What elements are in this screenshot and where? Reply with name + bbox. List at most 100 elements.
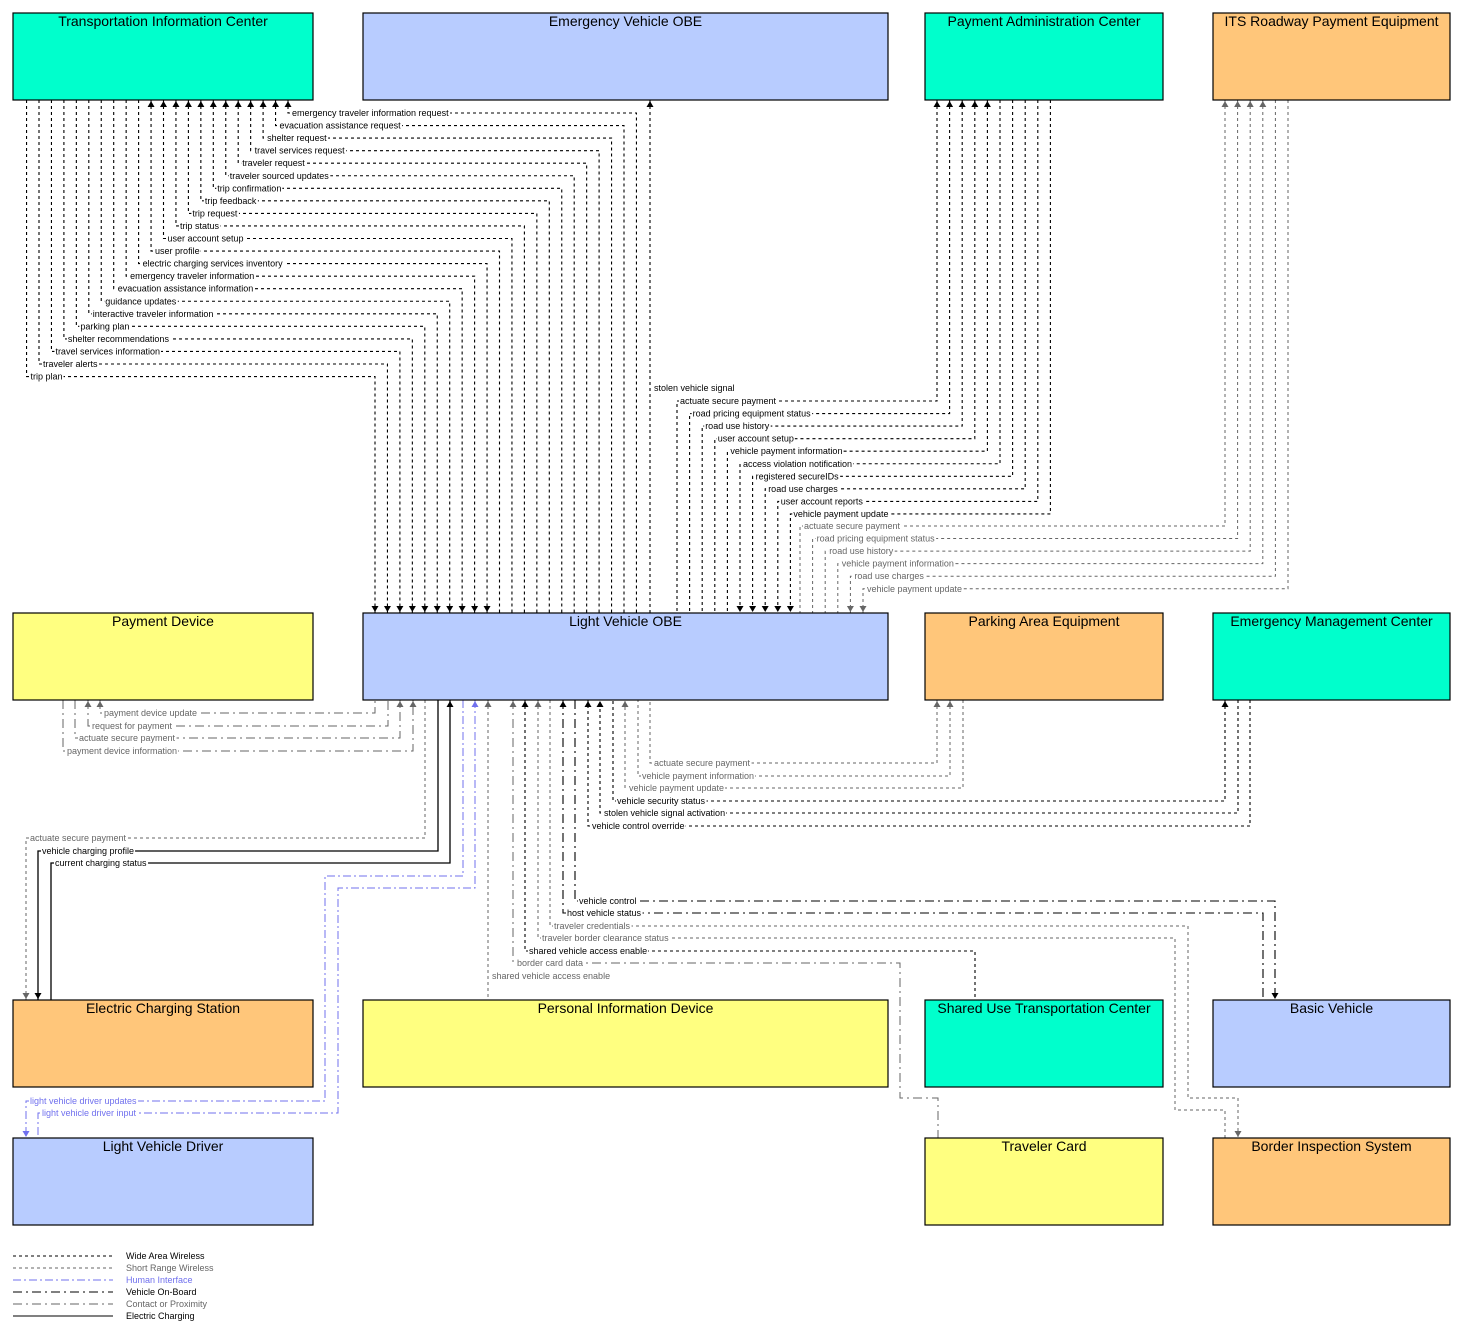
flow-label-actuate-secure-payment: actuate secure payment — [804, 521, 901, 531]
arrowhead-icon — [946, 101, 954, 107]
flow-label-user-account-setup: user account setup — [718, 434, 794, 444]
arrowhead-icon — [983, 101, 991, 107]
flow-line-traveler-alerts — [38, 100, 389, 613]
flow-label-traveler-sourced-updates: traveler sourced updates — [230, 171, 330, 181]
flow-label-emergency-traveler-information: emergency traveler information — [130, 271, 254, 281]
flow-label-vehicle-control: vehicle control — [579, 896, 637, 906]
arrowhead-icon — [1221, 701, 1229, 707]
arrowhead-icon — [933, 701, 941, 707]
flow-label-trip-feedback: trip feedback — [205, 196, 257, 206]
flow-label-traveler-request: traveler request — [242, 158, 305, 168]
flow-label-shared-vehicle-access-enable: shared vehicle access enable — [529, 946, 647, 956]
flow-label-registered-secureids: registered secureIDs — [756, 471, 840, 481]
element-basic-vehicle[interactable]: Basic Vehicle — [1212, 999, 1451, 1088]
arrowhead-icon — [84, 701, 92, 707]
element-transportation-information-center[interactable]: Transportation Information Center — [12, 12, 314, 101]
legend-item-electric-charging: Electric Charging — [13, 1311, 195, 1321]
flow-label-vehicle-payment-update: vehicle payment update — [793, 509, 888, 519]
element-label: Transportation Information Center — [58, 13, 268, 29]
arrowhead-icon — [471, 701, 479, 707]
arrowhead-icon — [584, 701, 592, 707]
legend-item-short-range-wireless: Short Range Wireless — [13, 1263, 214, 1273]
element-traveler-card[interactable]: Traveler Card — [924, 1137, 1164, 1226]
legend-label: Wide Area Wireless — [126, 1251, 205, 1261]
legend-label: Human Interface — [126, 1275, 193, 1285]
arrowhead-icon — [396, 606, 404, 612]
flow-label-road-use-charges: road use charges — [854, 571, 924, 581]
flow-label-travel-services-request: travel services request — [255, 146, 346, 156]
flow-label-current-charging-status: current charging status — [55, 858, 147, 868]
element-parking-area-equipment[interactable]: Parking Area Equipment — [924, 612, 1164, 701]
arrowhead-icon — [958, 101, 966, 107]
flow-label-parking-plan: parking plan — [80, 321, 129, 331]
arrowhead-icon — [408, 606, 416, 612]
flow-line-actuate-secure-payment — [649, 700, 938, 764]
element-label: Emergency Management Center — [1230, 613, 1433, 629]
arrowhead-icon — [846, 606, 854, 612]
arrowhead-icon — [761, 606, 769, 612]
element-electric-charging-station[interactable]: Electric Charging Station — [12, 999, 314, 1088]
arrowhead-icon — [272, 101, 280, 107]
flow-label-vehicle-payment-information: vehicle payment information — [642, 771, 754, 781]
arrowhead-icon — [458, 606, 466, 612]
element-emergency-vehicle-obe[interactable]: Emergency Vehicle OBE — [362, 12, 889, 101]
flow-label-road-use-history: road use history — [829, 546, 894, 556]
element-light-vehicle-driver[interactable]: Light Vehicle Driver — [12, 1137, 314, 1226]
context-diagram: Transportation Information Center Emergen… — [12, 12, 1451, 1321]
flow-label-trip-request: trip request — [192, 208, 238, 218]
arrowhead-icon — [483, 606, 491, 612]
flow-label-traveler-alerts: traveler alerts — [43, 359, 98, 369]
flow-label-user-profile: user profile — [155, 246, 200, 256]
flow-label-evacuation-assistance-information: evacuation assistance information — [118, 284, 254, 294]
flow-label-vehicle-payment-information: vehicle payment information — [842, 559, 954, 569]
element-label: Electric Charging Station — [86, 1000, 240, 1016]
element-label: Shared Use Transportation Center — [937, 1000, 1151, 1016]
arrowhead-icon — [172, 101, 180, 107]
arrowhead-icon — [184, 101, 192, 107]
element-label: Parking Area Equipment — [969, 613, 1120, 629]
arrowhead-icon — [371, 606, 379, 612]
arrowhead-icon — [971, 101, 979, 107]
arrowhead-icon — [1259, 101, 1267, 107]
flow-label-user-account-reports: user account reports — [781, 496, 864, 506]
flow-line-vehicle-control — [574, 700, 1276, 1000]
flow-label-vehicle-security-status: vehicle security status — [617, 796, 706, 806]
arrowhead-icon — [409, 701, 417, 707]
element-payment-device[interactable]: Payment Device — [12, 612, 314, 701]
element-shared-use-transportation-center[interactable]: Shared Use Transportation Center — [924, 999, 1164, 1088]
arrowhead-icon — [197, 101, 205, 107]
flow-label-host-vehicle-status: host vehicle status — [567, 908, 642, 918]
flow-label-vehicle-payment-information: vehicle payment information — [730, 446, 842, 456]
arrowhead-icon — [396, 701, 404, 707]
arrowhead-icon — [1271, 993, 1279, 999]
element-its-roadway-payment-equipment[interactable]: ITS Roadway Payment Equipment — [1212, 12, 1451, 101]
flow-label-road-pricing-equipment-status: road pricing equipment status — [693, 409, 812, 419]
element-boxes: Transportation Information Center Emergen… — [12, 12, 1451, 1226]
element-light-vehicle-obe[interactable]: Light Vehicle OBE — [362, 612, 889, 701]
arrowhead-icon — [383, 606, 391, 612]
flow-label-trip-status: trip status — [180, 221, 220, 231]
flow-label-guidance-updates: guidance updates — [105, 296, 177, 306]
element-personal-information-device[interactable]: Personal Information Device — [362, 999, 889, 1088]
arrowhead-icon — [446, 606, 454, 612]
flow-label-light-vehicle-driver-input: light vehicle driver input — [42, 1108, 137, 1118]
flow-label-payment-device-update: payment device update — [104, 708, 197, 718]
element-label: Payment Administration Center — [948, 13, 1141, 29]
element-payment-administration-center[interactable]: Payment Administration Center — [924, 12, 1164, 101]
flow-label-interactive-traveler-information: interactive traveler information — [93, 309, 214, 319]
element-label: ITS Roadway Payment Equipment — [1225, 13, 1439, 29]
flow-label-travel-services-information: travel services information — [55, 346, 160, 356]
arrowhead-icon — [859, 606, 867, 612]
arrowhead-icon — [596, 701, 604, 707]
flow-label-traveler-credentials: traveler credentials — [554, 921, 631, 931]
element-emergency-management-center[interactable]: Emergency Management Center — [1212, 612, 1451, 701]
element-border-inspection-system[interactable]: Border Inspection System — [1212, 1137, 1451, 1226]
legend-item-contact-or-proximity: Contact or Proximity — [13, 1299, 208, 1309]
flow-label-road-use-charges: road use charges — [768, 484, 838, 494]
flow-label-actuate-secure-payment: actuate secure payment — [30, 833, 127, 843]
flow-label-traveler-border-clearance-status: traveler border clearance status — [542, 933, 669, 943]
flow-label-vehicle-charging-profile: vehicle charging profile — [42, 846, 134, 856]
arrowhead-icon — [1246, 101, 1254, 107]
arrowhead-icon — [96, 701, 104, 707]
arrowhead-icon — [22, 1131, 30, 1137]
